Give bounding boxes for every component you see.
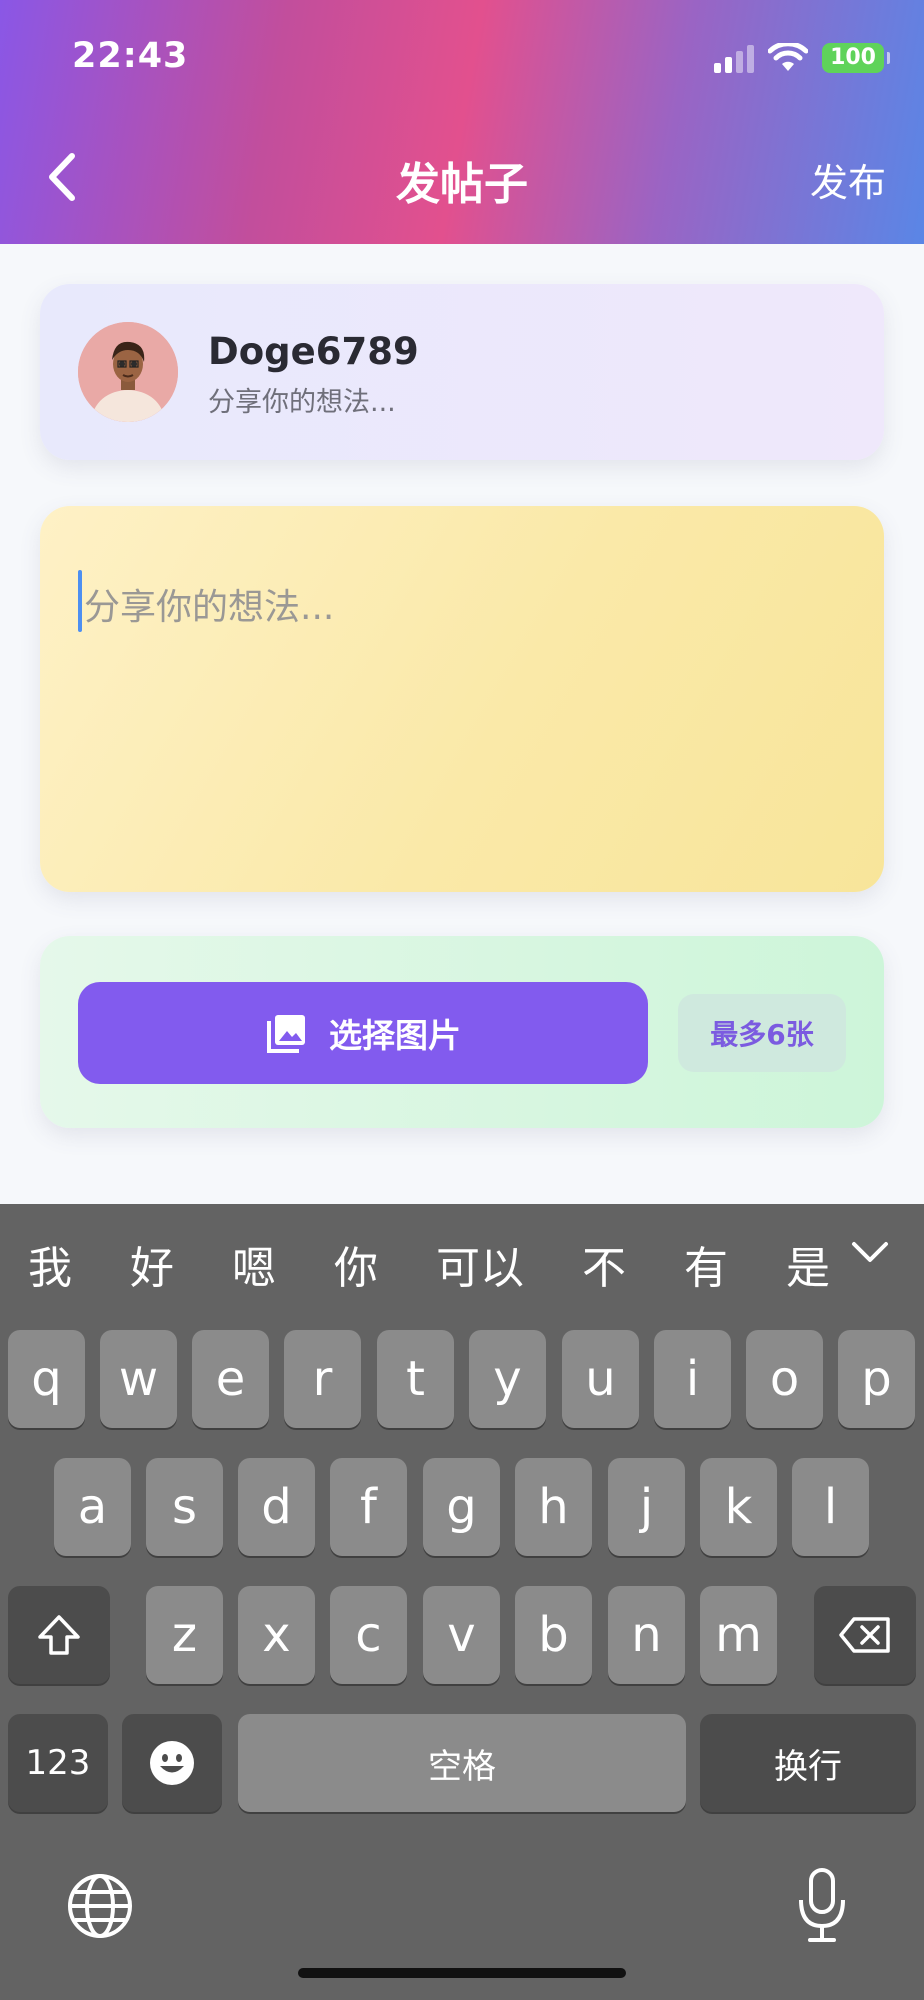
avatar <box>78 322 178 422</box>
candidate-word[interactable]: 不 <box>582 1232 626 1296</box>
key-v[interactable]: v <box>423 1586 500 1684</box>
numbers-key[interactable]: 123 <box>8 1714 108 1812</box>
status-icons: 100 <box>714 40 890 76</box>
globe-button[interactable] <box>66 1872 134 1940</box>
post-content-card <box>40 506 884 892</box>
username: Doge6789 <box>208 330 419 373</box>
expand-candidates-button[interactable] <box>850 1240 890 1270</box>
microphone-icon <box>799 1868 845 1942</box>
candidate-word[interactable]: 是 <box>786 1232 830 1296</box>
candidate-bar: 我 好 嗯 你 可以 不 有 是 <box>0 1204 924 1324</box>
key-l[interactable]: l <box>792 1458 869 1556</box>
key-c[interactable]: c <box>330 1586 407 1684</box>
post-content-input[interactable] <box>84 578 844 858</box>
key-p[interactable]: p <box>838 1330 915 1428</box>
text-cursor <box>78 570 82 632</box>
home-indicator <box>298 1968 626 1978</box>
key-m[interactable]: m <box>700 1586 777 1684</box>
candidate-word[interactable]: 你 <box>334 1232 378 1296</box>
key-a[interactable]: a <box>54 1458 131 1556</box>
status-time: 22:43 <box>72 36 189 76</box>
space-key[interactable]: 空格 <box>238 1714 686 1812</box>
key-n[interactable]: n <box>608 1586 685 1684</box>
candidate-word[interactable]: 有 <box>684 1232 728 1296</box>
photo-library-icon <box>267 1015 305 1053</box>
shift-icon <box>38 1615 80 1655</box>
key-t[interactable]: t <box>377 1330 454 1428</box>
cellular-signal-icon <box>714 43 755 73</box>
select-image-button[interactable]: 选择图片 <box>78 982 648 1084</box>
backspace-icon <box>839 1617 890 1653</box>
key-j[interactable]: j <box>608 1458 685 1556</box>
chevron-down-icon <box>852 1242 888 1262</box>
key-e[interactable]: e <box>192 1330 269 1428</box>
battery-indicator: 100 <box>822 43 890 73</box>
key-r[interactable]: r <box>284 1330 361 1428</box>
key-s[interactable]: s <box>146 1458 223 1556</box>
dictation-button[interactable] <box>796 1868 848 1944</box>
key-x[interactable]: x <box>238 1586 315 1684</box>
user-subtitle: 分享你的想法... <box>208 387 396 418</box>
key-b[interactable]: b <box>515 1586 592 1684</box>
key-q[interactable]: q <box>8 1330 85 1428</box>
candidate-word[interactable]: 好 <box>130 1232 174 1296</box>
delete-key[interactable] <box>814 1586 916 1684</box>
app-header: 22:43 100 发帖子 发布 <box>0 0 924 244</box>
candidate-word[interactable]: 我 <box>28 1232 72 1296</box>
shift-key[interactable] <box>8 1586 110 1684</box>
key-o[interactable]: o <box>746 1330 823 1428</box>
globe-icon <box>68 1874 132 1938</box>
key-u[interactable]: u <box>562 1330 639 1428</box>
select-image-label: 选择图片 <box>329 1016 461 1055</box>
candidate-word[interactable]: 可以 <box>436 1232 524 1296</box>
key-i[interactable]: i <box>654 1330 731 1428</box>
publish-button[interactable]: 发布 <box>810 152 886 207</box>
keyboard: 我 好 嗯 你 可以 不 有 是 q w e r t y u i o p a s… <box>0 1204 924 2000</box>
page-title: 发帖子 <box>396 159 528 210</box>
wifi-icon <box>768 43 809 71</box>
candidate-word[interactable]: 嗯 <box>232 1232 276 1296</box>
key-z[interactable]: z <box>146 1586 223 1684</box>
key-d[interactable]: d <box>238 1458 315 1556</box>
image-limit-badge: 最多6张 <box>678 994 846 1072</box>
key-k[interactable]: k <box>700 1458 777 1556</box>
key-h[interactable]: h <box>515 1458 592 1556</box>
key-y[interactable]: y <box>469 1330 546 1428</box>
key-f[interactable]: f <box>330 1458 407 1556</box>
image-picker-card: 选择图片 最多6张 <box>40 936 884 1128</box>
key-g[interactable]: g <box>423 1458 500 1556</box>
user-card: Doge6789 分享你的想法... <box>40 284 884 460</box>
emoji-icon <box>150 1741 194 1785</box>
key-w[interactable]: w <box>100 1330 177 1428</box>
return-key[interactable]: 换行 <box>700 1714 916 1812</box>
emoji-key[interactable] <box>122 1714 222 1812</box>
